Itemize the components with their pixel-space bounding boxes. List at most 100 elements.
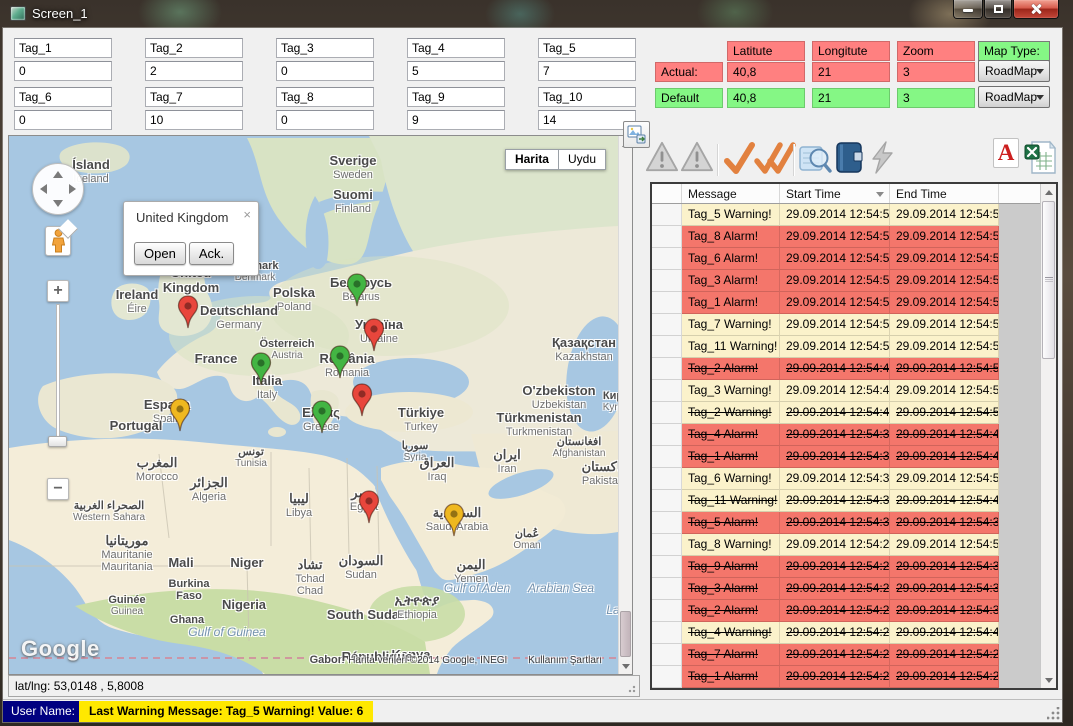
table-row[interactable]: Tag_8 Alarm! 29.09.2014 12:54:53 29.09.2… xyxy=(652,226,1056,248)
map-type-uydu-button[interactable]: Uydu xyxy=(559,149,606,170)
tag-name-input[interactable]: Tag_2 xyxy=(145,38,243,58)
row-selector-cell[interactable] xyxy=(652,402,682,424)
row-selector-cell[interactable] xyxy=(652,556,682,578)
table-scrollbar[interactable] xyxy=(1040,184,1056,688)
table-row[interactable]: Tag_4 Warning! 29.09.2014 12:54:25 29.09… xyxy=(652,622,1056,644)
row-selector-cell[interactable] xyxy=(652,336,682,358)
tag-name-input[interactable]: Tag_6 xyxy=(14,87,112,107)
minimize-button[interactable] xyxy=(953,0,983,19)
zoom-slider-track[interactable] xyxy=(56,304,60,438)
row-selector-cell[interactable] xyxy=(652,512,682,534)
map-marker-pin[interactable] xyxy=(311,400,333,434)
table-row[interactable]: Tag_2 Alarm! 29.09.2014 12:54:47 29.09.2… xyxy=(652,358,1056,380)
events-lightning-disabled-icon[interactable] xyxy=(867,140,897,176)
zoom-out-button[interactable]: − xyxy=(47,478,69,500)
terms-link[interactable]: Kullanım Şartları xyxy=(528,655,602,666)
close-button[interactable] xyxy=(1013,0,1059,19)
scroll-down-icon[interactable] xyxy=(619,659,633,674)
tag-value-input[interactable]: 2 xyxy=(145,61,243,81)
row-selector-cell[interactable] xyxy=(652,226,682,248)
tag-name-input[interactable]: Tag_9 xyxy=(407,87,505,107)
tag-name-input[interactable]: Tag_10 xyxy=(538,87,636,107)
row-selector-cell[interactable] xyxy=(652,446,682,468)
search-log-icon[interactable] xyxy=(798,140,832,176)
acknowledge-all-check-icon[interactable] xyxy=(753,140,797,176)
pan-right-icon[interactable] xyxy=(69,184,76,194)
map-marker-pin[interactable] xyxy=(443,503,465,537)
infowindow-close-icon[interactable]: × xyxy=(243,209,251,221)
row-selector-cell[interactable] xyxy=(652,358,682,380)
scroll-up-icon[interactable] xyxy=(1041,184,1057,199)
table-row[interactable]: Tag_3 Alarm! 29.09.2014 12:54:25 29.09.2… xyxy=(652,578,1056,600)
map-type-harita-button[interactable]: Harita xyxy=(505,149,559,170)
zoom-slider-handle[interactable] xyxy=(48,436,67,447)
map-scrollbar-thumb[interactable] xyxy=(620,611,631,657)
pan-down-icon[interactable] xyxy=(53,200,63,207)
row-selector-cell[interactable] xyxy=(652,468,682,490)
table-row[interactable]: Tag_7 Warning! 29.09.2014 12:54:53 29.09… xyxy=(652,314,1056,336)
map-scrollbar[interactable] xyxy=(618,136,632,674)
pan-left-icon[interactable] xyxy=(40,184,47,194)
column-header-message[interactable]: Message xyxy=(682,184,780,203)
table-row[interactable]: Tag_2 Warning! 29.09.2014 12:54:41 29.09… xyxy=(652,402,1056,424)
default-latitude-field[interactable]: 40,8 xyxy=(727,88,805,108)
table-scrollbar-thumb[interactable] xyxy=(1042,201,1055,359)
table-row[interactable]: Tag_3 Alarm! 29.09.2014 12:54:53 29.09.2… xyxy=(652,270,1056,292)
map-marker-pin[interactable] xyxy=(363,318,385,352)
table-row[interactable]: Tag_5 Warning! 29.09.2014 12:54:56 29.09… xyxy=(652,204,1056,226)
map-marker-pin[interactable] xyxy=(358,490,380,524)
default-map-type-select[interactable]: RoadMap xyxy=(978,86,1050,108)
map-snapshot-button[interactable] xyxy=(623,121,650,148)
warning-triangle-disabled-icon-2[interactable] xyxy=(680,140,714,174)
acknowledge-check-icon[interactable] xyxy=(722,140,756,176)
row-selector-cell[interactable] xyxy=(652,248,682,270)
pan-up-icon[interactable] xyxy=(53,171,63,178)
table-row[interactable]: Tag_2 Alarm! 29.09.2014 12:54:25 29.09.2… xyxy=(652,600,1056,622)
table-row[interactable]: Tag_8 Warning! 29.09.2014 12:54:28 29.09… xyxy=(652,534,1056,556)
table-row[interactable]: Tag_6 Warning! 29.09.2014 12:54:35 29.09… xyxy=(652,468,1056,490)
warning-triangle-disabled-icon[interactable] xyxy=(645,140,679,174)
map-marker-pin[interactable] xyxy=(351,383,373,417)
row-selector-cell[interactable] xyxy=(652,600,682,622)
map-marker-pin[interactable] xyxy=(177,295,199,329)
scroll-down-icon[interactable] xyxy=(1041,673,1057,688)
row-selector-cell[interactable] xyxy=(652,644,682,666)
default-zoom-field[interactable]: 3 xyxy=(897,88,975,108)
row-selector-cell[interactable] xyxy=(652,424,682,446)
map-pan-control[interactable] xyxy=(32,163,84,215)
table-row[interactable]: Tag_3 Warning! 29.09.2014 12:54:44 29.09… xyxy=(652,380,1056,402)
tag-value-input[interactable]: 10 xyxy=(145,110,243,130)
row-selector-cell[interactable] xyxy=(652,314,682,336)
table-row[interactable]: Tag_9 Alarm! 29.09.2014 12:54:25 29.09.2… xyxy=(652,556,1056,578)
map-marker-pin[interactable] xyxy=(346,273,368,307)
log-book-icon[interactable] xyxy=(834,140,865,176)
row-selector-cell[interactable] xyxy=(652,380,682,402)
row-selector-cell[interactable] xyxy=(652,490,682,512)
row-selector-cell[interactable] xyxy=(652,622,682,644)
row-selector-cell[interactable] xyxy=(652,204,682,226)
tag-value-input[interactable]: 0 xyxy=(276,61,374,81)
window-resize-grip[interactable] xyxy=(1047,707,1060,720)
tag-name-input[interactable]: Tag_3 xyxy=(276,38,374,58)
actual-longitude-field[interactable]: 21 xyxy=(812,62,890,82)
row-selector-cell[interactable] xyxy=(652,270,682,292)
tag-value-input[interactable]: 7 xyxy=(538,61,636,81)
tag-name-input[interactable]: Tag_4 xyxy=(407,38,505,58)
row-selector-header[interactable] xyxy=(652,184,682,203)
latlng-resize-grip[interactable] xyxy=(628,685,636,693)
actual-map-type-select[interactable]: RoadMap xyxy=(978,60,1050,82)
map-marker-pin[interactable] xyxy=(250,352,272,386)
tag-name-input[interactable]: Tag_1 xyxy=(14,38,112,58)
infowindow-open-button[interactable]: Open xyxy=(134,242,186,265)
zoom-in-button[interactable]: + xyxy=(47,280,69,302)
table-row[interactable]: Tag_11 Warning! 29.09.2014 12:54:35 29.0… xyxy=(652,490,1056,512)
table-row[interactable]: Tag_1 Alarm! 29.09.2014 12:54:22 29.09.2… xyxy=(652,666,1056,688)
tag-value-input[interactable]: 0 xyxy=(276,110,374,130)
table-row[interactable]: Tag_7 Alarm! 29.09.2014 12:54:22 29.09.2… xyxy=(652,644,1056,666)
tag-value-input[interactable]: 0 xyxy=(14,110,112,130)
tag-value-input[interactable]: 5 xyxy=(407,61,505,81)
map-marker-pin[interactable] xyxy=(329,345,351,379)
tag-name-input[interactable]: Tag_8 xyxy=(276,87,374,107)
row-selector-cell[interactable] xyxy=(652,578,682,600)
table-row[interactable]: Tag_1 Alarm! 29.09.2014 12:54:53 29.09.2… xyxy=(652,292,1056,314)
